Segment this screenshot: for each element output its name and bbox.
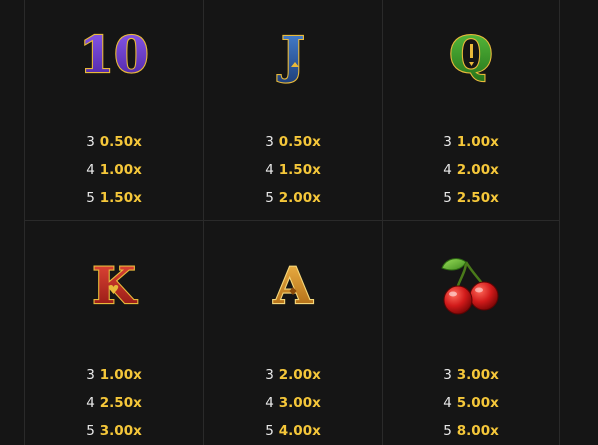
paytable: 10 3 0.50x 4 1.00x 5 1.50x J 3 0.50x 4 1… [0,0,598,445]
pay-row: 3 1.00x [443,128,499,156]
ace-pays: 3 2.00x 4 3.00x 5 4.00x [204,361,382,445]
cherry-highlight [475,287,483,293]
paytable-grid: 10 3 0.50x 4 1.00x 5 1.50x J 3 0.50x 4 1… [24,0,562,445]
ace-symbol-glyph: A [273,256,314,315]
pay-row: 3 0.50x [86,128,142,156]
pay-row: 4 1.00x [86,156,142,184]
ten-symbol-icon: 10 [25,22,203,85]
pay-row: 5 2.00x [265,184,321,212]
pay-multiplier: 3.00x [456,367,499,383]
pay-multiplier: 2.50x [456,190,499,206]
paytable-cell-cherry: 3 3.00x 4 5.00x 5 8.00x [382,220,560,445]
pay-multiplier: 1.00x [99,367,142,383]
paytable-cell-queen: Q 3 1.00x 4 2.00x 5 2.50x [382,0,560,220]
cherry-highlight [449,291,457,297]
pay-multiplier: 0.50x [99,134,142,150]
pay-multiplier: 1.00x [99,162,142,178]
pay-row: 5 8.00x [443,417,499,445]
jack-symbol-icon: J [204,22,382,85]
pay-row: 3 1.00x [86,361,142,389]
pay-row: 5 4.00x [265,417,321,445]
paytable-cell-ten: 10 3 0.50x 4 1.00x 5 1.50x [24,0,203,220]
ten-pays: 3 0.50x 4 1.00x 5 1.50x [25,128,203,212]
pay-multiplier: 3.00x [278,395,321,411]
pay-count: 5 [86,423,95,439]
pay-count: 3 [265,134,274,150]
pay-count: 5 [443,190,452,206]
pay-multiplier: 0.50x [278,134,321,150]
pay-multiplier: 2.00x [456,162,499,178]
king-pays: 3 1.00x 4 2.50x 5 3.00x [25,361,203,445]
pay-count: 4 [443,162,452,178]
jack-pays: 3 0.50x 4 1.50x 5 2.00x [204,128,382,212]
pay-row: 3 0.50x [265,128,321,156]
pay-multiplier: 8.00x [456,423,499,439]
cherry-back [469,281,499,311]
pay-count: 4 [443,395,452,411]
pay-multiplier: 1.00x [456,134,499,150]
pay-row: 5 2.50x [443,184,499,212]
pay-multiplier: 4.00x [278,423,321,439]
pay-row: 4 5.00x [443,389,499,417]
pay-count: 4 [265,162,274,178]
pay-row: 4 2.00x [443,156,499,184]
pay-count: 5 [443,423,452,439]
pay-count: 3 [86,134,95,150]
paytable-cell-jack: J 3 0.50x 4 1.50x 5 2.00x [203,0,382,220]
pay-count: 5 [265,190,274,206]
pay-multiplier: 1.50x [99,190,142,206]
ten-symbol-glyph: 10 [79,25,149,84]
pay-multiplier: 2.00x [278,190,321,206]
pay-multiplier: 3.00x [99,423,142,439]
pay-multiplier: 2.50x [99,395,142,411]
leaf-icon [441,258,467,271]
pay-multiplier: 2.00x [278,367,321,383]
pay-row: 4 1.50x [265,156,321,184]
pay-row: 4 2.50x [86,389,142,417]
pay-row: 5 3.00x [86,417,142,445]
pay-row: 4 3.00x [265,389,321,417]
pay-multiplier: 1.50x [278,162,321,178]
cherry-symbol-icon [383,253,559,315]
pay-count: 5 [265,423,274,439]
pay-count: 4 [86,395,95,411]
pay-count: 3 [265,367,274,383]
queen-pays: 3 1.00x 4 2.00x 5 2.50x [383,128,559,212]
king-symbol-icon: K [25,253,203,316]
pay-count: 4 [86,162,95,178]
ace-symbol-icon: A [204,253,382,316]
queen-symbol-icon: Q [383,22,559,85]
paytable-cell-ace: A 3 2.00x 4 3.00x 5 4.00x [203,220,382,445]
cherry-front [443,285,473,315]
pay-count: 3 [86,367,95,383]
pay-row: 3 2.00x [265,361,321,389]
paytable-cell-king: K 3 1.00x 4 2.50x 5 3.00x [24,220,203,445]
pay-count: 3 [443,367,452,383]
pay-row: 3 3.00x [443,361,499,389]
cherry-pays: 3 3.00x 4 5.00x 5 8.00x [383,361,559,445]
pay-row: 5 1.50x [86,184,142,212]
pay-count: 3 [443,134,452,150]
pay-multiplier: 5.00x [456,395,499,411]
pay-count: 4 [265,395,274,411]
pay-count: 5 [86,190,95,206]
jack-symbol-glyph: J [277,25,305,84]
